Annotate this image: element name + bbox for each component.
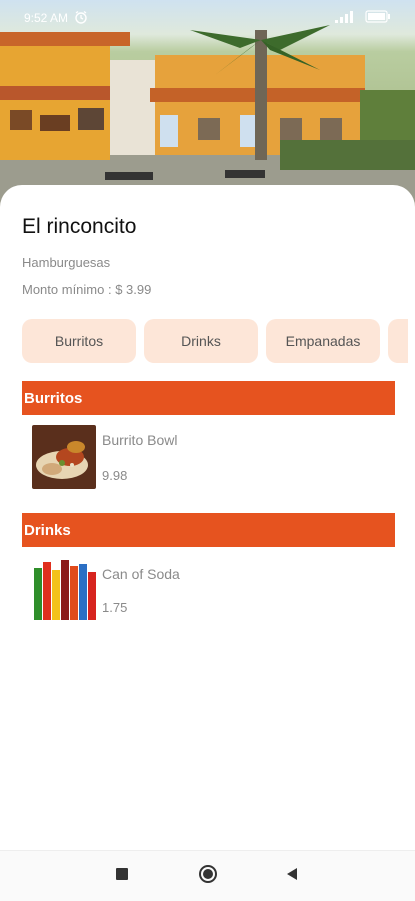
minimum-order: Monto mínimo : $ 3.99 [22, 282, 152, 297]
back-triangle-icon[interactable] [285, 867, 299, 886]
circle-icon[interactable] [198, 864, 218, 889]
category-tabs: Burritos Drinks Empanadas [22, 319, 415, 363]
section-header-burritos: Burritos [22, 381, 395, 415]
section-header-drinks: Drinks [22, 513, 395, 547]
battery-icon [365, 10, 391, 26]
menu-item-price: 9.98 [102, 468, 128, 483]
alarm-icon [74, 10, 88, 27]
tab-drinks[interactable]: Drinks [144, 319, 258, 363]
menu-item-price: 1.75 [102, 600, 128, 615]
burrito-bowl-image[interactable] [32, 425, 96, 489]
signal-icon [335, 10, 357, 26]
can-of-soda-image[interactable] [32, 558, 98, 622]
tab-burritos[interactable]: Burritos [22, 319, 136, 363]
menu-item-name[interactable]: Burrito Bowl [102, 432, 177, 448]
menu-item-name[interactable]: Can of Soda [102, 566, 180, 582]
tab-empanadas[interactable]: Empanadas [266, 319, 380, 363]
status-bar: 9:52 AM [0, 0, 415, 36]
restaurant-category: Hamburguesas [22, 255, 111, 270]
tab-overflow[interactable] [388, 319, 408, 363]
restaurant-name: El rinconcito [22, 215, 137, 238]
square-icon[interactable] [115, 867, 129, 886]
system-navigation-bar [0, 850, 415, 901]
status-time: 9:52 AM [24, 11, 69, 25]
